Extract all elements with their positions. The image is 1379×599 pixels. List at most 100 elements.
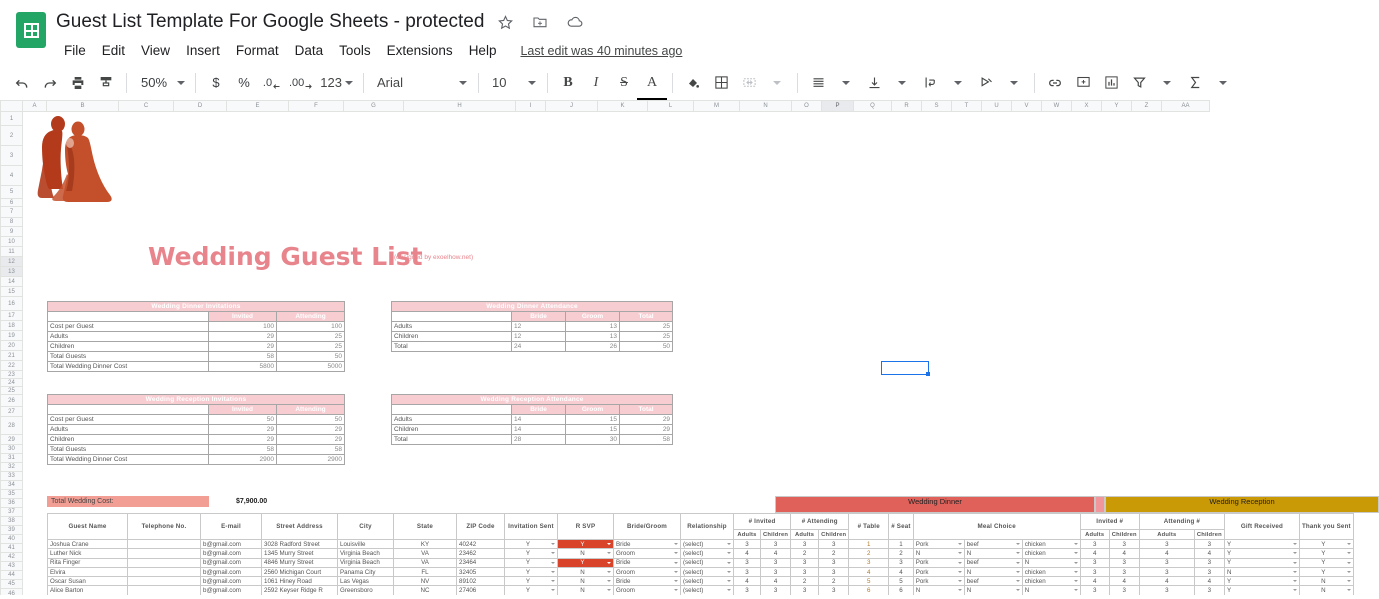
grid-cell[interactable] [1011, 198, 1042, 207]
grid-cell[interactable] [226, 165, 289, 186]
grid-cell[interactable] [46, 471, 119, 481]
grid-cell[interactable] [1101, 434, 1132, 445]
grid-cell[interactable] [597, 111, 648, 126]
grid-cell[interactable] [545, 226, 598, 237]
grid-cell[interactable] [597, 226, 648, 237]
grid-cell[interactable] [1071, 471, 1102, 481]
grid-cell[interactable] [1041, 145, 1072, 166]
grid-cell[interactable] [1101, 471, 1132, 481]
grid-cell[interactable] [1011, 370, 1042, 379]
grid-cell[interactable] [693, 125, 740, 146]
column-header-d[interactable]: D [173, 100, 227, 112]
grid-cell[interactable] [288, 489, 344, 499]
column-header-y[interactable]: Y [1101, 100, 1132, 112]
grid-cell[interactable] [821, 246, 854, 257]
grid-cell[interactable] [1161, 256, 1210, 267]
grid-cell[interactable] [597, 489, 648, 499]
grid-cell[interactable] [343, 165, 404, 186]
grid-cell[interactable] [981, 350, 1012, 361]
grid-cell[interactable] [1041, 480, 1072, 490]
grid-cell[interactable] [891, 310, 922, 321]
grid-cell[interactable] [821, 340, 854, 351]
cell-reception-attending-adults[interactable]: 4 [1138, 576, 1195, 587]
grid-cell[interactable] [693, 453, 740, 463]
grid-cell[interactable] [981, 453, 1012, 463]
grid-cell[interactable] [921, 226, 952, 237]
grid-cell[interactable] [1071, 416, 1102, 435]
grid-cell[interactable] [853, 296, 892, 311]
grid-cell[interactable] [515, 360, 546, 371]
grid-cell[interactable] [118, 378, 174, 387]
row-header-19[interactable]: 19 [0, 330, 23, 341]
grid-cell[interactable] [1161, 198, 1210, 207]
grid-cell[interactable] [515, 444, 546, 454]
grid-cell[interactable] [1011, 406, 1042, 417]
cell-email[interactable]: b@gmail.com [200, 538, 262, 550]
grid-cell[interactable] [22, 236, 47, 247]
grid-cell[interactable] [693, 378, 740, 387]
grid-cell[interactable] [343, 453, 404, 463]
grid-cell[interactable] [46, 378, 119, 387]
grid-cell[interactable] [853, 444, 892, 454]
grid-cell[interactable] [1011, 217, 1042, 227]
grid-cell[interactable] [647, 125, 694, 146]
grid-cell[interactable] [288, 498, 344, 508]
grid-cell[interactable] [821, 462, 854, 472]
grid-cell[interactable] [693, 198, 740, 207]
cell-dinner-attending-adults[interactable]: 3 [790, 538, 820, 550]
cell-total[interactable]: 29 [618, 414, 674, 425]
grid-cell[interactable] [821, 145, 854, 166]
grid-cell[interactable] [1101, 416, 1132, 435]
grid-cell[interactable] [403, 206, 516, 218]
grid-cell[interactable] [1071, 145, 1102, 166]
cell-meal-choice-2[interactable]: beef [963, 538, 1023, 550]
grid-cell[interactable] [515, 125, 546, 146]
grid-cell[interactable] [1071, 286, 1102, 297]
grid-cell[interactable] [981, 416, 1012, 435]
grid-cell[interactable] [1041, 226, 1072, 237]
grid-cell[interactable] [597, 217, 648, 227]
grid-cell[interactable] [403, 489, 516, 499]
grid-cell[interactable] [693, 185, 740, 199]
grid-cell[interactable] [1041, 286, 1072, 297]
grid-cell[interactable] [791, 360, 822, 371]
grid-cell[interactable] [821, 286, 854, 297]
grid-cell[interactable] [951, 386, 982, 395]
grid-cell[interactable] [739, 462, 792, 472]
grid-cell[interactable] [647, 266, 694, 277]
grid-cell[interactable] [791, 394, 822, 407]
cell-meal-choice-2[interactable]: N [963, 566, 1023, 578]
grid-cell[interactable] [403, 185, 516, 199]
grid-cell[interactable] [226, 206, 289, 218]
grid-cell[interactable] [22, 552, 47, 562]
cell-seat-number[interactable]: 1 [888, 538, 914, 550]
grid-cell[interactable] [22, 206, 47, 218]
grid-cell[interactable] [597, 480, 648, 490]
grid-cell[interactable] [821, 266, 854, 277]
italic-button[interactable]: I [582, 69, 610, 97]
grid-cell[interactable] [981, 378, 1012, 387]
column-header-z[interactable]: Z [1131, 100, 1162, 112]
row-header-21[interactable]: 21 [0, 350, 23, 361]
grid-cell[interactable] [693, 310, 740, 321]
grid-cell[interactable] [545, 276, 598, 287]
grid-cell[interactable] [545, 370, 598, 379]
grid-cell[interactable] [515, 286, 546, 297]
grid-cell[interactable] [1071, 217, 1102, 227]
cell-state[interactable]: FL [393, 566, 457, 578]
grid-cell[interactable] [1071, 386, 1102, 395]
grid-cell[interactable] [1161, 471, 1210, 481]
cell-bride[interactable]: 28 [511, 434, 566, 445]
grid-cell[interactable] [693, 406, 740, 417]
grid-cell[interactable] [891, 416, 922, 435]
grid-cell[interactable] [22, 406, 47, 417]
table-row[interactable]: Children 14 15 29 [391, 424, 674, 435]
grid-cell[interactable] [1131, 370, 1162, 379]
cell-invitation-sent[interactable]: Y [504, 566, 558, 578]
grid-cell[interactable] [853, 416, 892, 435]
row-header-24[interactable]: 24 [0, 378, 23, 387]
cell-meal-choice-3[interactable]: N [1021, 557, 1081, 568]
last-edit-status[interactable]: Last edit was 40 minutes ago [520, 44, 682, 58]
grid-cell[interactable] [647, 198, 694, 207]
grid-cell[interactable] [1041, 256, 1072, 267]
